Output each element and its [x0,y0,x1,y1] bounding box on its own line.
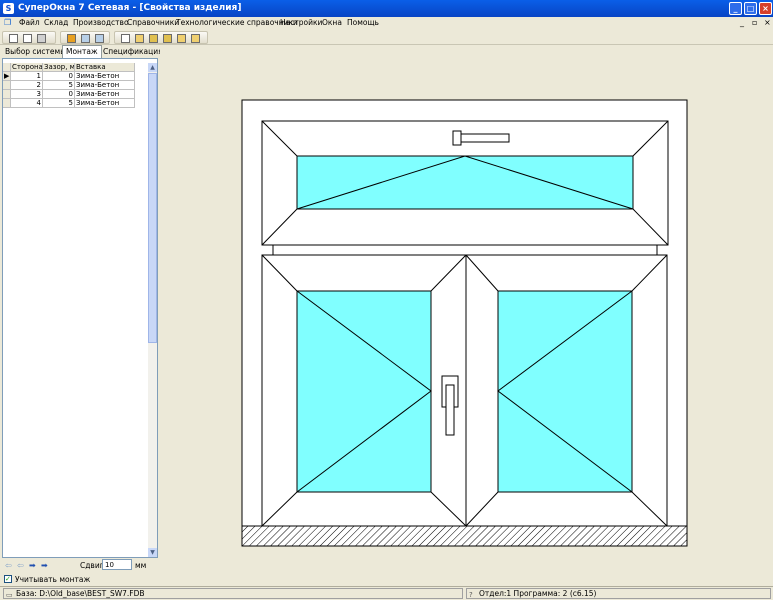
cell-insert[interactable]: Зима-Бетон [75,90,135,99]
mdi-restore-button[interactable]: ▫ [752,18,757,27]
tab-montage[interactable]: Монтаж [62,45,102,58]
window-title: СуперОкна 7 Сетевая - [Свойства изделия] [18,3,242,13]
table-row[interactable]: 2 5 Зима-Бетон [3,81,149,90]
document-icon[interactable] [121,34,130,43]
cell-insert[interactable]: Зима-Бетон [75,72,135,81]
mdi-minimize-button[interactable]: _ [740,18,744,27]
cell-gap[interactable]: 5 [43,81,75,90]
export-icon[interactable] [191,34,200,43]
toolbar-group-file [2,31,56,44]
tab-bar: Выбор системы Монтаж Спецификация [0,45,163,58]
montage-table: Сторона Зазор, мм Вставка ▶ 1 0 Зима-Бет… [3,63,149,108]
cell-insert[interactable]: Зима-Бетон [75,81,135,90]
help-icon: ? [469,591,473,599]
arrow-first-icon[interactable]: ⇦ [5,561,12,570]
app-icon: S [3,3,14,14]
traffic-light-icon[interactable] [67,34,76,43]
status-info: ? Отдел:1 Программа: 2 (c6.15) [466,588,771,599]
database-icon: ▭ [6,591,13,599]
bottom-controls: ⇦ ⇦ ➡ ➡ Сдвиг мм ✓ Учитывать монтаж [0,558,160,586]
maximize-button[interactable]: □ [744,2,757,15]
status-info-text: Отдел:1 Программа: 2 (c6.15) [479,589,597,598]
menu-settings[interactable]: Настройки [280,18,322,27]
title-bar: S СуперОкна 7 Сетевая - [Свойства издели… [0,0,773,17]
cell-side[interactable]: 2 [11,81,43,90]
cell-insert[interactable]: Зима-Бетон [75,99,135,108]
left-glass[interactable] [296,290,432,493]
calculator-icon[interactable] [81,34,90,43]
row-indicator [3,90,11,99]
document-icon[interactable]: ❐ [4,18,14,28]
arrow-right-icon[interactable]: ➡ [29,561,36,570]
menu-bar: ❐ Файл Склад Производство Справочники Те… [0,17,773,30]
new-icon[interactable] [9,34,18,43]
menu-help[interactable]: Помощь [347,18,379,27]
sash-handle-grip [445,384,455,436]
mdi-close-button[interactable]: × [764,18,771,27]
column-header-insert[interactable]: Вставка [75,63,135,72]
cell-gap[interactable]: 0 [43,90,75,99]
row-indicator [3,81,11,90]
copy-icon[interactable] [163,34,172,43]
cell-gap[interactable]: 5 [43,99,75,108]
shift-label: Сдвиг [80,561,104,570]
montage-checkbox[interactable]: ✓ [4,575,12,583]
minimize-button[interactable]: _ [729,2,742,15]
status-database-text: База: D:\Old_base\BEST_SW7.FDB [16,589,145,598]
print-icon[interactable] [37,34,46,43]
open-icon[interactable] [23,34,32,43]
right-glass[interactable] [497,290,633,493]
arrow-last-icon[interactable]: ➡ [41,561,48,570]
menu-references[interactable]: Справочники [127,18,179,27]
key-icon[interactable] [149,34,158,43]
arrow-left-icon[interactable]: ⇦ [17,561,24,570]
transom-handle-bar [460,133,510,143]
column-header-gap[interactable]: Зазор, мм [43,63,75,72]
folder-icon[interactable] [135,34,144,43]
current-row-indicator-icon: ▶ [3,72,11,81]
row-indicator [3,63,11,72]
table-row[interactable]: ▶ 1 0 Зима-Бетон [3,72,149,81]
column-header-side[interactable]: Сторона [11,63,43,72]
montage-checkbox-label: Учитывать монтаж [15,575,91,584]
close-button[interactable]: × [759,2,772,15]
table-header: Сторона Зазор, мм Вставка [3,63,149,72]
status-bar: ▭ База: D:\Old_base\BEST_SW7.FDB ? Отдел… [0,586,773,600]
row-indicator [3,99,11,108]
transom-handle-icon[interactable] [452,130,462,146]
table-row[interactable]: 3 0 Зима-Бетон [3,90,149,99]
menu-file[interactable]: Файл [19,18,40,27]
drawing-canvas[interactable] [163,45,773,586]
report-icon[interactable] [177,34,186,43]
tab-specification[interactable]: Спецификация [100,46,166,58]
scroll-down-icon[interactable]: ▼ [148,548,157,557]
transom-bar [272,244,658,256]
menu-windows[interactable]: Окна [322,18,342,27]
sill-profile [241,525,688,547]
tab-system-select[interactable]: Выбор системы [2,46,69,58]
window-icon[interactable] [95,34,104,43]
toolbar [0,30,773,45]
shift-unit: мм [135,561,147,570]
cell-side[interactable]: 1 [11,72,43,81]
transom-glass[interactable] [296,155,634,210]
scroll-up-icon[interactable]: ▲ [148,63,157,72]
cell-gap[interactable]: 0 [43,72,75,81]
status-database: ▭ База: D:\Old_base\BEST_SW7.FDB [3,588,463,599]
menu-production[interactable]: Производство [73,18,129,27]
cell-side[interactable]: 4 [11,99,43,108]
window-drawing[interactable] [163,45,773,586]
menu-warehouse[interactable]: Склад [44,18,68,27]
table-row[interactable]: 4 5 Зима-Бетон [3,99,149,108]
vertical-scrollbar[interactable]: ▲ ▼ [148,63,157,557]
toolbar-group-docs [114,31,208,44]
montage-panel: Сторона Зазор, мм Вставка ▶ 1 0 Зима-Бет… [2,58,158,558]
toolbar-group-tools [60,31,110,44]
scrollbar-thumb[interactable] [148,73,157,343]
cell-side[interactable]: 3 [11,90,43,99]
shift-input[interactable] [102,559,132,570]
